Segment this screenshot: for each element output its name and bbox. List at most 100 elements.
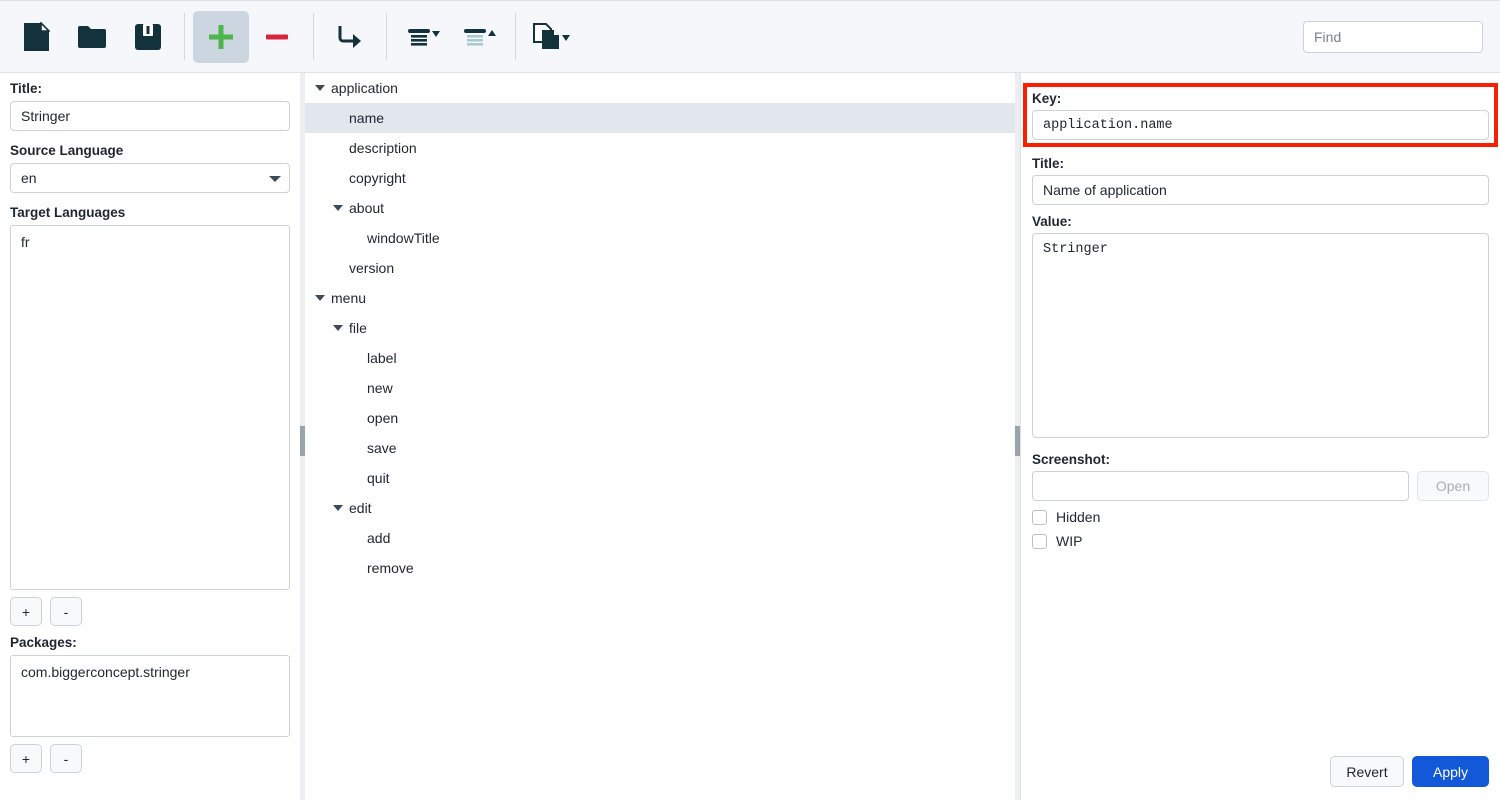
target-languages-label: Target Languages (10, 205, 126, 220)
remove-button[interactable] (249, 11, 305, 63)
chevron-down-icon[interactable] (333, 205, 343, 211)
tree-item-label: edit (349, 500, 372, 516)
chevron-down-icon[interactable] (333, 505, 343, 511)
add-package-button[interactable]: + (10, 744, 42, 773)
source-language-select[interactable] (10, 163, 290, 193)
toolbar-group-copy (516, 0, 588, 73)
project-settings-panel: Title: Source Language Target Languages … (0, 73, 300, 800)
expand-button[interactable] (451, 11, 507, 63)
tree-item-menu[interactable]: menu (305, 283, 1020, 313)
remove-package-button[interactable]: - (50, 744, 82, 773)
minus-icon (262, 22, 292, 52)
screenshot-label: Screenshot: (1032, 452, 1111, 467)
chevron-down-icon[interactable] (333, 325, 343, 331)
tree-item-copyright[interactable]: copyright (305, 163, 1020, 193)
tree-item-label: file (349, 320, 367, 336)
packages-label: Packages: (10, 635, 77, 650)
tree-item-windowTitle[interactable]: windowTitle (305, 223, 1020, 253)
source-language-select-wrap (10, 163, 290, 193)
toolbar-group-move (314, 0, 386, 73)
copy-button[interactable] (524, 11, 580, 63)
entry-title-input[interactable] (1032, 175, 1489, 205)
copy-pages-icon (532, 22, 572, 52)
tree-item-label: windowTitle (367, 230, 440, 246)
string-editor-panel: Key: Title: Value: Screenshot: Open Hidd… (1021, 73, 1500, 800)
chevron-down-icon[interactable] (315, 295, 325, 301)
tree-item-label: add (367, 530, 391, 546)
toolbar-group-collapse-expand (387, 0, 515, 73)
collapse-list-icon (406, 23, 440, 51)
toolbar-group-file (0, 0, 184, 73)
tree-item-add[interactable]: add (305, 523, 1020, 553)
collapse-button[interactable] (395, 11, 451, 63)
tree-item-open[interactable]: open (305, 403, 1020, 433)
screenshot-path-input[interactable] (1032, 471, 1409, 501)
hidden-checkbox[interactable] (1032, 509, 1047, 525)
tree-item-label: about (349, 200, 385, 216)
tree-item-label: new (367, 380, 393, 396)
tree-item-quit[interactable]: quit (305, 463, 1020, 493)
tree-item-version[interactable]: version (305, 253, 1020, 283)
wip-checkbox-row[interactable]: WIP (1032, 533, 1489, 549)
tree-item-label: menu (331, 290, 367, 306)
tree-item-label: copyright (349, 170, 406, 186)
string-key-tree[interactable]: application name description copyright about… (305, 73, 1020, 800)
hidden-checkbox-row[interactable]: Hidden (1032, 509, 1489, 525)
wip-checkbox[interactable] (1032, 533, 1047, 549)
title-input[interactable] (10, 101, 290, 131)
entry-value-label: Value: (1032, 214, 1072, 229)
wip-checkbox-label: WIP (1056, 533, 1083, 549)
list-item[interactable]: com.biggerconcept.stringer (11, 664, 289, 685)
remove-target-language-button[interactable]: - (50, 597, 82, 626)
tree-item-label: name (349, 110, 385, 126)
screenshot-row: Open (1032, 471, 1489, 501)
chevron-down-icon[interactable] (315, 85, 325, 91)
key-field-label: Key: (1032, 91, 1062, 106)
expand-list-icon (462, 23, 496, 51)
main-toolbar (0, 0, 1500, 73)
tree-item-label[interactable]: label (305, 343, 1020, 373)
toolbar-group-edit (185, 0, 313, 73)
list-item[interactable]: fr (11, 234, 289, 255)
tree-item-label: quit (367, 470, 390, 486)
plus-icon (206, 22, 236, 52)
tree-item-file[interactable]: file (305, 313, 1020, 343)
packages-buttons: + - (10, 744, 290, 773)
tree-item-label: application (331, 80, 398, 96)
folder-icon (77, 24, 107, 50)
tree-item-label: open (367, 410, 399, 426)
entry-value-textarea[interactable] (1032, 233, 1489, 438)
tree-item-save[interactable]: save (305, 433, 1020, 463)
tree-item-edit[interactable]: edit (305, 493, 1020, 523)
title-field-label: Title: (10, 81, 43, 96)
arrow-turn-right-icon (335, 22, 365, 52)
tree-item-name[interactable]: name (305, 103, 1020, 133)
target-languages-buttons: + - (10, 597, 290, 626)
entry-title-label: Title: (1032, 156, 1065, 171)
new-file-button[interactable] (8, 11, 64, 63)
hidden-checkbox-label: Hidden (1056, 509, 1101, 525)
tree-item-application[interactable]: application (305, 73, 1020, 103)
key-field-annotation: Key: (1023, 83, 1498, 147)
tree-item-label: version (349, 260, 395, 276)
save-button[interactable] (120, 11, 176, 63)
target-languages-list[interactable]: fr (10, 225, 290, 590)
move-button[interactable] (322, 11, 378, 63)
open-screenshot-button[interactable]: Open (1417, 471, 1489, 501)
packages-list[interactable]: com.biggerconcept.stringer (10, 655, 290, 737)
add-button[interactable] (193, 10, 249, 63)
tree-item-about[interactable]: about (305, 193, 1020, 223)
stringer-window: Title: Source Language Target Languages … (0, 0, 1500, 800)
revert-button[interactable]: Revert (1330, 756, 1404, 787)
add-target-language-button[interactable]: + (10, 597, 42, 626)
floppy-disk-icon (134, 23, 162, 51)
find-input[interactable] (1303, 20, 1483, 53)
tree-item-remove[interactable]: remove (305, 553, 1020, 583)
tree-item-description[interactable]: description (305, 133, 1020, 163)
tree-item-new[interactable]: new (305, 373, 1020, 403)
tree-item-label: label (367, 350, 397, 366)
tree-item-label: save (367, 440, 397, 456)
open-folder-button[interactable] (64, 11, 120, 63)
key-input[interactable] (1032, 110, 1489, 140)
apply-button[interactable]: Apply (1412, 756, 1489, 787)
